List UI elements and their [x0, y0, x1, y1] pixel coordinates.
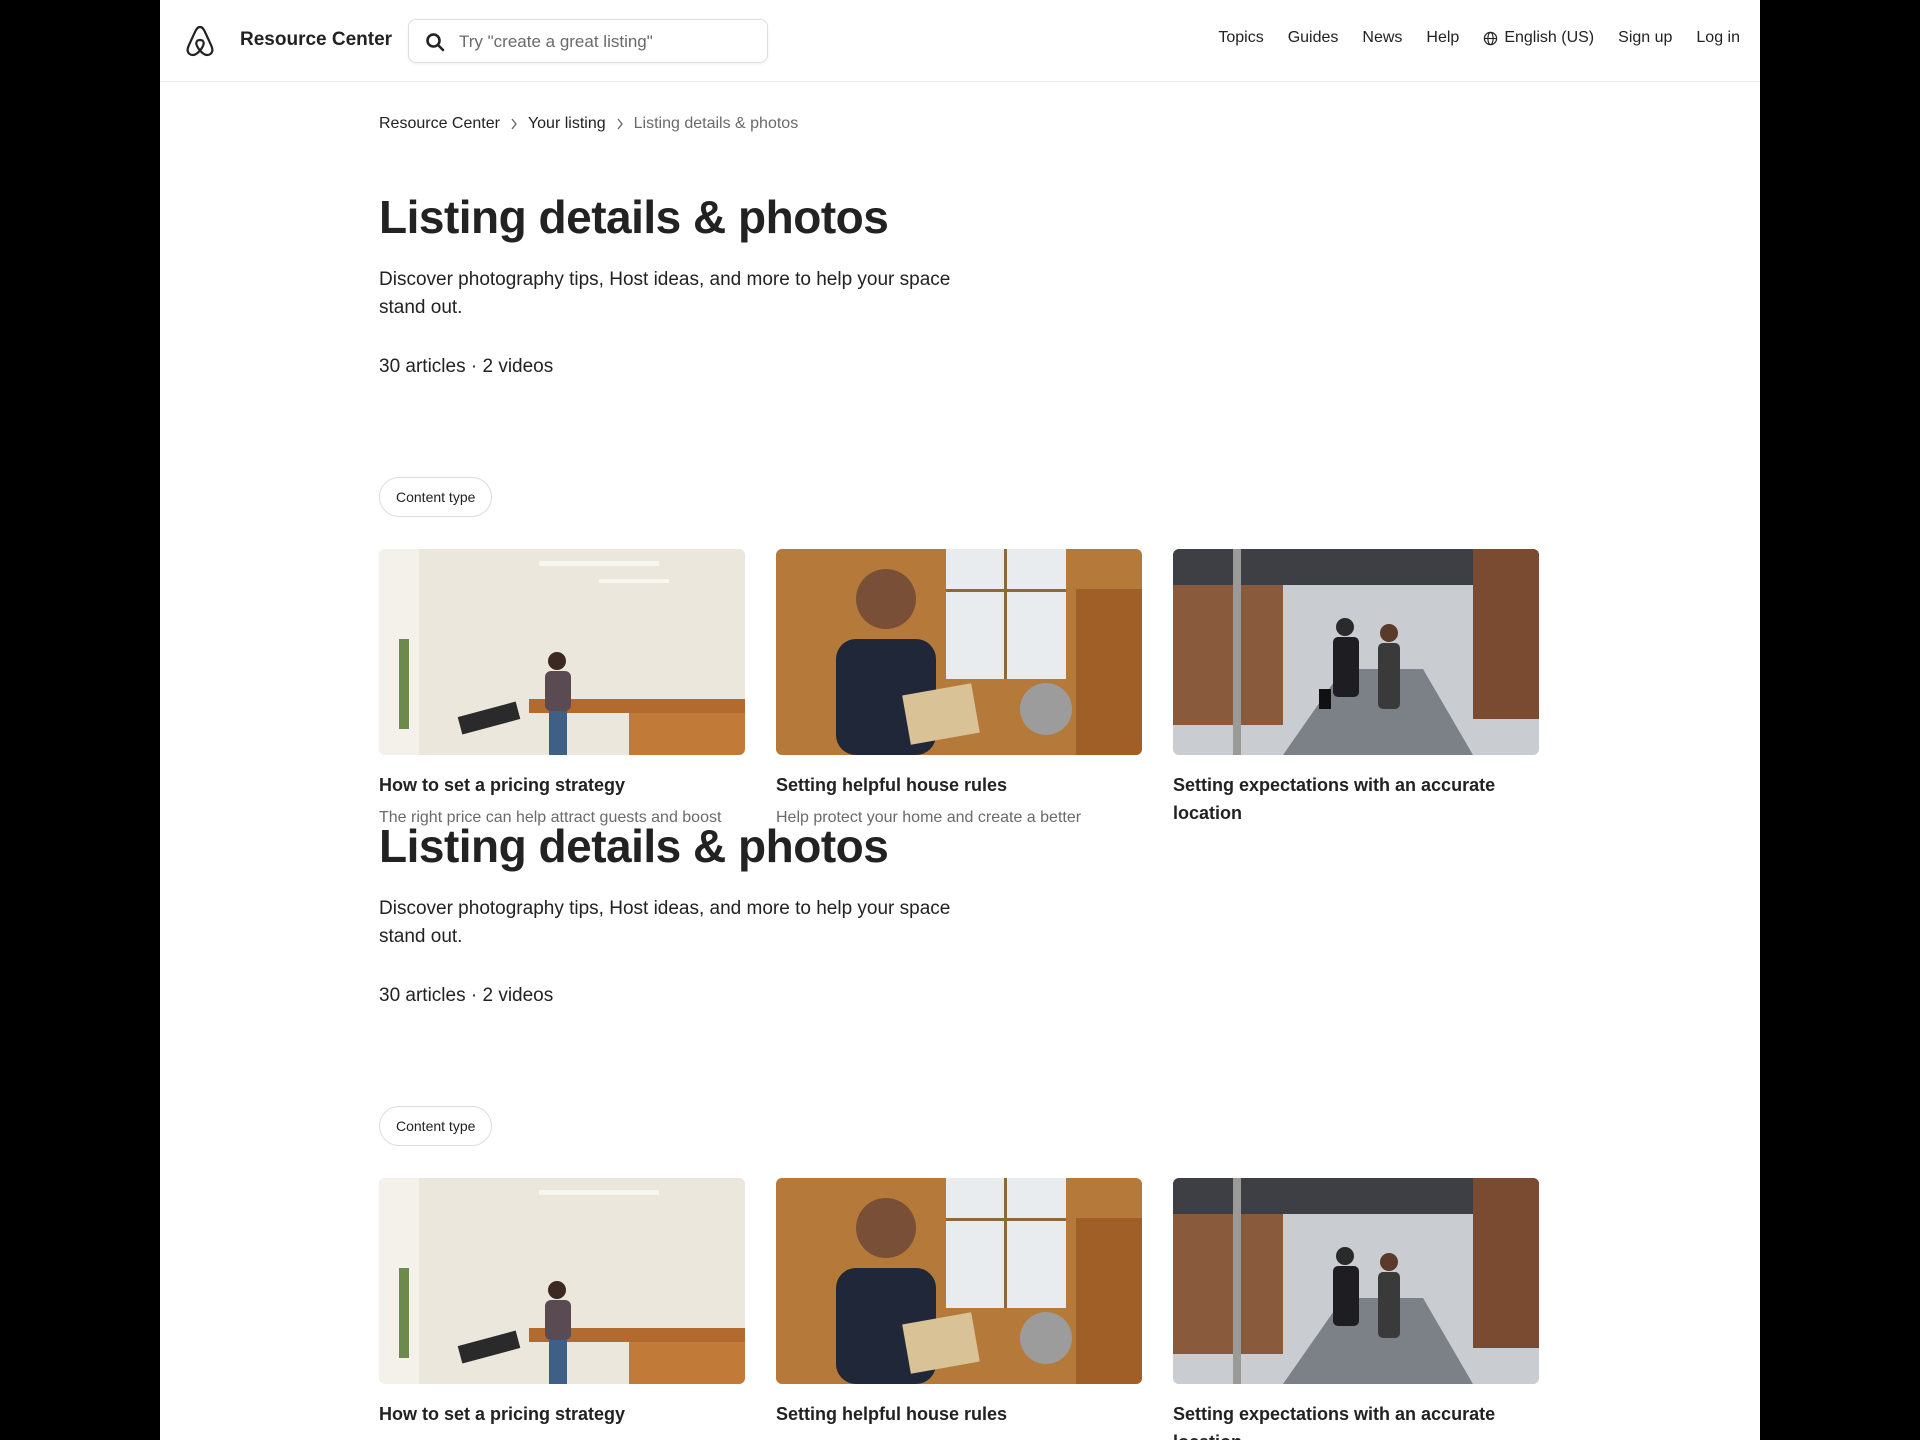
- article-title[interactable]: Setting helpful house rules: [776, 771, 1142, 799]
- page-title: Listing details & photos: [379, 820, 889, 872]
- breadcrumb: Resource Center Your listing Listing det…: [379, 115, 798, 133]
- content-type-filter-button[interactable]: Content type: [379, 1106, 493, 1146]
- article-title[interactable]: How to set a pricing strategy: [379, 771, 745, 799]
- article-thumbnail: [1173, 549, 1539, 755]
- signup-link[interactable]: Sign up: [1618, 29, 1672, 47]
- chevron-right-icon: [606, 117, 634, 131]
- language-selector[interactable]: English (US): [1483, 29, 1594, 47]
- nav-help[interactable]: Help: [1426, 29, 1459, 47]
- article-title[interactable]: Setting helpful house rules: [776, 1400, 1142, 1428]
- language-label: English (US): [1504, 29, 1595, 46]
- page-title: Listing details & photos: [379, 191, 889, 243]
- breadcrumb-your-listing[interactable]: Your listing: [528, 115, 606, 133]
- globe-icon: [1484, 31, 1498, 45]
- breadcrumb-resource-center[interactable]: Resource Center: [379, 115, 500, 133]
- article-thumbnail: [776, 549, 1142, 755]
- nav-guides[interactable]: Guides: [1288, 29, 1339, 47]
- top-header: Resource Center Topics Guides News Help …: [160, 0, 1760, 82]
- airbnb-logo-icon[interactable]: [184, 24, 216, 58]
- article-title[interactable]: Setting expectations with an accurate lo…: [1173, 1400, 1539, 1440]
- content-counts: 30 articles · 2 videos: [379, 356, 554, 377]
- brand-title[interactable]: Resource Center: [240, 29, 392, 51]
- search-box[interactable]: [408, 19, 768, 63]
- article-title[interactable]: How to set a pricing strategy: [379, 1400, 745, 1428]
- article-thumbnail: [1173, 1178, 1539, 1384]
- page: Resource Center Topics Guides News Help …: [160, 0, 1760, 1440]
- page-description: Discover photography tips, Host ideas, a…: [379, 269, 951, 318]
- search-icon: [426, 33, 445, 52]
- page-description: Discover photography tips, Host ideas, a…: [379, 898, 951, 947]
- search-input[interactable]: [459, 31, 749, 53]
- content-type-filter-button[interactable]: Content type: [379, 477, 493, 517]
- nav-news[interactable]: News: [1362, 29, 1402, 47]
- content-section: Listing details & photos Discover photog…: [379, 190, 1559, 850]
- article-thumbnail: [379, 1178, 745, 1384]
- top-nav: Topics Guides News Help English (US) Sig…: [1218, 29, 1740, 47]
- article-thumbnail: [379, 549, 745, 755]
- content-counts: 30 articles · 2 videos: [379, 985, 554, 1006]
- login-link[interactable]: Log in: [1696, 29, 1740, 47]
- article-thumbnail: [776, 1178, 1142, 1384]
- breadcrumb-current: Listing details & photos: [633, 115, 799, 132]
- nav-topics[interactable]: Topics: [1218, 29, 1263, 47]
- content-section-duplicate: Listing details & photos Discover photog…: [379, 819, 1559, 1440]
- chevron-right-icon: [500, 117, 528, 131]
